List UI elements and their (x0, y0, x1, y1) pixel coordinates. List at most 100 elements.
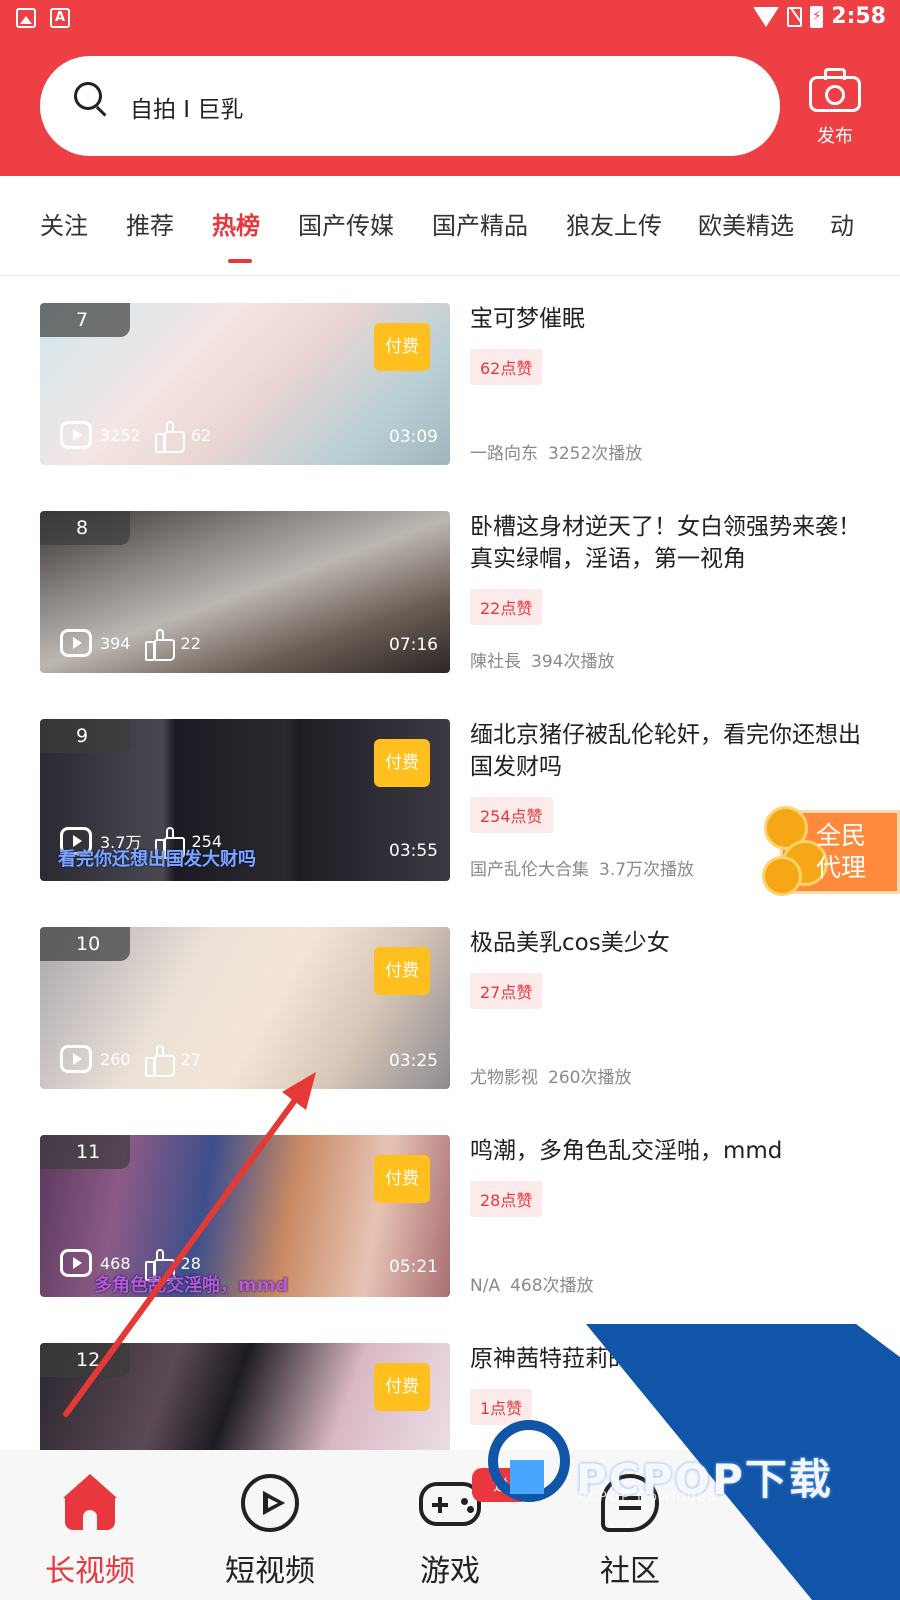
video-author[interactable]: 陳社長 (470, 652, 521, 672)
thumbnail-caption: 多角色乱交淫啪，mmd (94, 1275, 289, 1296)
no-sim-icon (787, 6, 803, 27)
video-title[interactable]: 极品美乳cos美少女 (470, 927, 880, 959)
home-icon (61, 1474, 119, 1532)
thumb-play-count: 260 (100, 1049, 131, 1069)
video-item[interactable]: 11 付费 468 28 05:21 多角色乱交淫啪，mmd 鸣潮，多角色乱交淫… (40, 1135, 880, 1297)
camera-icon (809, 68, 861, 112)
likes-tag: 28点赞 (470, 1181, 543, 1217)
likes-tag: 254点赞 (470, 797, 553, 833)
tab-anime[interactable]: 动 (830, 206, 854, 241)
video-item[interactable]: 10 付费 260 27 03:25 极品美乳cos美少女 27点赞 尤物影视 2… (40, 927, 880, 1089)
likes-tag: 27点赞 (470, 973, 543, 1009)
video-duration: 03:55 (389, 841, 438, 861)
thumb-play-count: 468 (100, 1253, 131, 1273)
thumb-play-count: 394 (100, 633, 131, 653)
tab-western-select[interactable]: 欧美精选 (698, 206, 794, 241)
status-time: 2:58 (831, 4, 886, 29)
search-input[interactable]: 自拍 I 巨乳 (130, 90, 243, 124)
active-tab-indicator (228, 259, 252, 263)
video-title[interactable]: 鸣潮，多角色乱交淫啪，mmd (470, 1135, 880, 1167)
thumb-like-count: 62 (190, 425, 212, 445)
thumbs-up-icon (144, 629, 175, 661)
paid-badge: 付费 (374, 1155, 430, 1203)
video-thumbnail[interactable]: 8 394 22 07:16 (40, 511, 450, 673)
video-play-count: 3252次播放 (548, 444, 643, 464)
nav-label: 社区 (600, 1554, 660, 1589)
video-item[interactable]: 7 付费 3252 62 03:09 宝可梦催眠 62点赞 一路向东 3252次播… (40, 303, 880, 465)
agent-line2: 代理 (816, 853, 867, 882)
rank-badge: 11 (40, 1135, 130, 1169)
paid-badge: 付费 (374, 1363, 430, 1411)
watermark-subtitle: PCPOP Download (578, 1490, 718, 1505)
play-count-icon (60, 1249, 92, 1277)
tab-domestic-select[interactable]: 国产精品 (432, 206, 528, 241)
paid-badge: 付费 (374, 739, 430, 787)
agent-promo-button[interactable]: 全民 代理 (756, 806, 900, 898)
publish-label: 发布 (817, 126, 853, 147)
nav-short-video[interactable]: 短视频 (210, 1474, 330, 1590)
paid-badge: 付费 (374, 323, 430, 371)
a-icon: A (50, 8, 70, 28)
video-play-count: 394次播放 (531, 652, 615, 672)
rank-badge: 8 (40, 511, 130, 545)
video-thumbnail[interactable]: 7 付费 3252 62 03:09 (40, 303, 450, 465)
nav-label: 长视频 (45, 1554, 135, 1589)
nav-label: 短视频 (225, 1554, 315, 1589)
video-title[interactable]: 缅北京猪仔被乱伦轮奸，看完你还想出国发财吗 (470, 719, 880, 783)
tab-hot[interactable]: 热榜 (212, 206, 260, 241)
agent-line1: 全民 (816, 821, 867, 850)
video-author[interactable]: 一路向东 (470, 444, 538, 464)
video-thumbnail[interactable]: 9 付费 3.7万 254 03:55 看完你还想出国发大财吗 (40, 719, 450, 881)
video-duration: 07:16 (389, 635, 438, 655)
video-thumbnail[interactable]: 11 付费 468 28 05:21 多角色乱交淫啪，mmd (40, 1135, 450, 1297)
video-author[interactable]: 尤物影视 (470, 1068, 538, 1088)
tab-recommend[interactable]: 推荐 (126, 206, 174, 241)
video-play-count: 260次播放 (548, 1068, 632, 1088)
video-item[interactable]: 8 394 22 07:16 卧槽这身材逆天了！女白领强势来袭！真实绿帽，淫语，… (40, 511, 880, 673)
tab-domestic-media[interactable]: 国产传媒 (298, 206, 394, 241)
nav-label: 游戏 (420, 1554, 480, 1589)
image-icon (16, 8, 36, 28)
video-duration: 05:21 (389, 1257, 438, 1277)
battery-icon: ⚡ (810, 5, 824, 28)
video-thumbnail[interactable]: 12 付费 (40, 1343, 450, 1450)
video-title[interactable]: 宝可梦催眠 (470, 303, 880, 335)
paid-badge: 付费 (374, 947, 430, 995)
likes-tag: 62点赞 (470, 349, 543, 385)
watermark-logo-square (510, 1460, 544, 1494)
thumb-like-count: 28 (180, 1253, 201, 1273)
rank-badge: 12 (40, 1343, 130, 1377)
likes-tag: 22点赞 (470, 589, 543, 625)
video-duration: 03:09 (389, 427, 438, 447)
play-count-icon (60, 1045, 92, 1073)
rank-badge: 10 (40, 927, 130, 961)
nav-long-video[interactable]: 长视频 (30, 1474, 150, 1590)
video-item[interactable]: 9 付费 3.7万 254 03:55 看完你还想出国发大财吗 缅北京猪仔被乱伦… (40, 719, 880, 881)
search-icon (74, 82, 107, 122)
search-bar[interactable]: 自拍 I 巨乳 (40, 56, 780, 156)
status-bar: A ⚡ 2:58 (0, 0, 900, 36)
video-thumbnail[interactable]: 10 付费 260 27 03:25 (40, 927, 450, 1089)
rank-badge: 7 (40, 303, 130, 337)
wifi-icon (753, 6, 780, 27)
thumb-play-count: 3252 (100, 425, 141, 445)
thumbnail-caption: 看完你还想出国发大财吗 (58, 849, 256, 870)
video-play-count: 3.7万次播放 (599, 860, 695, 880)
thumb-like-count: 27 (180, 1049, 201, 1069)
tab-user-upload[interactable]: 狼友上传 (566, 206, 662, 241)
video-duration: 03:25 (389, 1051, 438, 1071)
tab-follow[interactable]: 关注 (40, 206, 88, 241)
rank-badge: 9 (40, 719, 130, 753)
video-author[interactable]: 国产乱伦大合集 (470, 860, 589, 880)
video-title[interactable]: 卧槽这身材逆天了！女白领强势来袭！真实绿帽，淫语，第一视角 (470, 511, 880, 575)
video-author[interactable]: N/A (470, 1276, 500, 1296)
publish-button[interactable]: 发布 (800, 68, 870, 148)
play-count-icon (60, 629, 92, 657)
play-count-icon (60, 421, 92, 449)
play-circle-icon (241, 1474, 299, 1532)
thumbs-up-icon (144, 1045, 175, 1077)
thumb-like-count: 22 (180, 633, 201, 653)
thumbs-up-icon (154, 421, 185, 453)
category-tabs: 关注 推荐 热榜 国产传媒 国产精品 狼友上传 欧美精选 动 (0, 176, 900, 276)
video-play-count: 468次播放 (510, 1276, 594, 1296)
